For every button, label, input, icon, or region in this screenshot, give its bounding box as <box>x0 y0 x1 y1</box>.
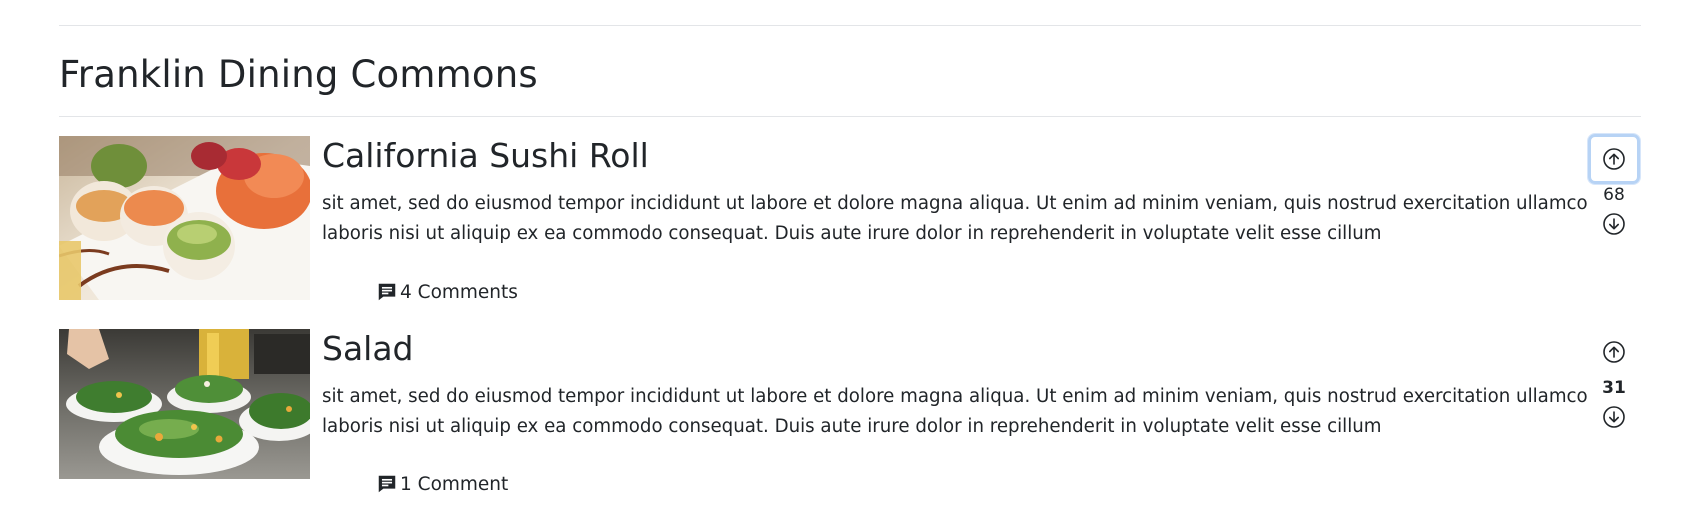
arrow-up-circle-icon <box>1603 341 1625 363</box>
arrow-up-circle-icon <box>1603 148 1625 170</box>
comment-icon <box>378 475 396 493</box>
salad-image <box>59 329 310 479</box>
upvote-button[interactable] <box>1588 327 1640 377</box>
item-description: sit amet, sed do eiusmod tempor incididu… <box>322 193 1588 244</box>
arrow-down-circle-icon <box>1603 213 1625 235</box>
dining-hall-page: Franklin Dining Commons California Sushi… <box>59 0 1641 495</box>
downvote-button[interactable] <box>1588 206 1640 242</box>
downvote-button[interactable] <box>1588 399 1640 435</box>
upvote-button[interactable] <box>1588 134 1640 184</box>
arrow-down-circle-icon <box>1603 406 1625 428</box>
item-description: sit amet, sed do eiusmod tempor incididu… <box>322 386 1588 437</box>
comments-link[interactable]: 4 Comments <box>376 281 518 303</box>
page-title: Franklin Dining Commons <box>59 53 538 96</box>
comment-icon <box>378 283 396 301</box>
vote-count: 31 <box>1602 378 1626 398</box>
vote-control: 31 <box>1586 327 1642 435</box>
sushi-roll-image <box>59 136 310 300</box>
item-title[interactable]: Salad <box>322 327 414 371</box>
comments-link[interactable]: 1 Comment <box>376 473 508 495</box>
vote-control: 68 <box>1586 134 1642 242</box>
food-item: Salad sit amet, sed do eiusmod tempor in… <box>59 329 1641 509</box>
title-divider <box>59 116 1641 117</box>
item-title[interactable]: California Sushi Roll <box>322 134 649 178</box>
vote-count: 68 <box>1603 185 1625 205</box>
food-item: California Sushi Roll sit amet, sed do e… <box>59 134 1642 308</box>
comments-count-label: 1 Comment <box>400 473 509 495</box>
comments-count-label: 4 Comments <box>400 281 518 303</box>
